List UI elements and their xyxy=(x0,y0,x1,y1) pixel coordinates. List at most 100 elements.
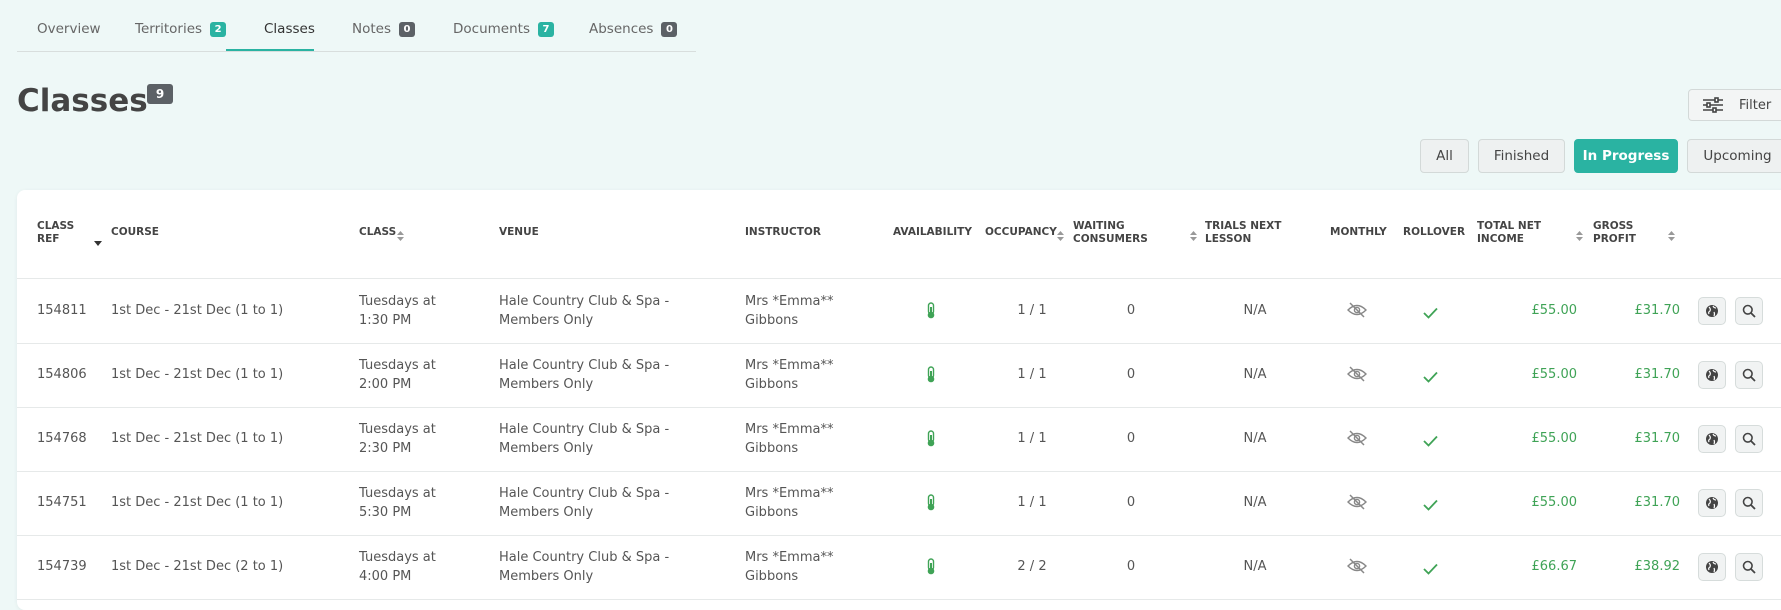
sort-icon[interactable] xyxy=(397,227,404,246)
cell-venue: Hale Country Club & Spa - Members Only xyxy=(499,422,670,456)
header-availability[interactable]: AVAILABILITY xyxy=(893,226,972,239)
tab-badge: 0 xyxy=(399,22,415,37)
cell-class: Tuesdays at 1:30 PM xyxy=(359,294,436,328)
globe-button[interactable] xyxy=(1698,489,1726,517)
table-row[interactable]: 154811 1st Dec - 21st Dec (1 to 1) Tuesd… xyxy=(17,279,1781,344)
segment-in-progress[interactable]: In Progress xyxy=(1574,139,1678,173)
table-row[interactable]: 154751 1st Dec - 21st Dec (1 to 1) Tuesd… xyxy=(17,471,1781,536)
eye-slash-icon xyxy=(1347,366,1367,386)
cell-instructor: Mrs *Emma** Gibbons xyxy=(745,486,834,520)
check-icon xyxy=(1423,496,1438,515)
tab-documents[interactable]: Documents 7 xyxy=(453,21,554,37)
view-button[interactable] xyxy=(1735,361,1763,389)
cell-class-ref: 154751 xyxy=(37,495,87,510)
cell-class: Tuesdays at 2:30 PM xyxy=(359,422,436,456)
tab-overview[interactable]: Overview xyxy=(37,21,101,37)
page-title: Classes xyxy=(17,83,148,119)
header-gross-profit[interactable]: GROSS PROFIT xyxy=(1593,220,1653,246)
header-monthly[interactable]: MONTHLY xyxy=(1330,226,1387,239)
cell-venue: Hale Country Club & Spa - Members Only xyxy=(499,550,670,584)
view-button[interactable] xyxy=(1735,553,1763,581)
check-icon xyxy=(1423,368,1438,387)
check-icon xyxy=(1423,432,1438,451)
search-icon xyxy=(1742,432,1756,446)
globe-icon xyxy=(1706,369,1718,381)
header-class-ref[interactable]: CLASS REF xyxy=(37,220,85,246)
header-course[interactable]: COURSE xyxy=(111,226,159,239)
globe-button[interactable] xyxy=(1698,425,1726,453)
cell-waiting-consumers: 0 xyxy=(1126,431,1136,446)
cell-trials-next-lesson: N/A xyxy=(1243,303,1267,318)
search-icon xyxy=(1742,496,1756,510)
cell-occupancy: 2 / 2 xyxy=(1017,559,1047,574)
header-trials-next-lesson[interactable]: TRIALS NEXT LESSON xyxy=(1205,220,1305,246)
cell-trials-next-lesson: N/A xyxy=(1243,559,1267,574)
tab-label: Absences xyxy=(589,21,654,37)
sort-icon[interactable] xyxy=(1576,227,1583,246)
cell-occupancy: 1 / 1 xyxy=(1017,431,1047,446)
globe-button[interactable] xyxy=(1698,553,1726,581)
filter-button[interactable]: Filter xyxy=(1688,89,1781,121)
cell-class-ref: 154739 xyxy=(37,559,87,574)
tab-territories[interactable]: Territories 2 xyxy=(135,21,227,37)
segment-all[interactable]: All xyxy=(1420,139,1469,173)
view-button[interactable] xyxy=(1735,489,1763,517)
tab-label: Territories xyxy=(135,21,203,37)
tab-label: Documents xyxy=(453,21,530,37)
header-class[interactable]: CLASS xyxy=(359,226,396,239)
cell-trials-next-lesson: N/A xyxy=(1243,431,1267,446)
search-icon xyxy=(1742,304,1756,318)
view-button[interactable] xyxy=(1735,425,1763,453)
cell-course: 1st Dec - 21st Dec (1 to 1) xyxy=(111,367,284,382)
cell-waiting-consumers: 0 xyxy=(1126,367,1136,382)
thermometer-icon xyxy=(926,366,936,387)
tab-bar: Overview Territories 2 Classes Notes 0 Doc… xyxy=(17,0,696,52)
thermometer-icon xyxy=(926,494,936,515)
tab-classes[interactable]: Classes xyxy=(264,21,315,37)
cell-gross-profit: £31.70 xyxy=(1634,495,1681,510)
globe-button[interactable] xyxy=(1698,361,1726,389)
sort-desc-icon[interactable] xyxy=(94,232,102,251)
cell-total-net-income: £66.67 xyxy=(1531,559,1578,574)
cell-gross-profit: £31.70 xyxy=(1634,431,1681,446)
sort-icon[interactable] xyxy=(1057,227,1064,246)
cell-gross-profit: £31.70 xyxy=(1634,303,1681,318)
thermometer-icon xyxy=(926,302,936,323)
eye-slash-icon xyxy=(1347,558,1367,578)
segment-upcoming[interactable]: Upcoming xyxy=(1687,139,1781,173)
segment-finished[interactable]: Finished xyxy=(1478,139,1565,173)
table-row[interactable]: 154806 1st Dec - 21st Dec (1 to 1) Tuesd… xyxy=(17,343,1781,408)
header-venue[interactable]: VENUE xyxy=(499,226,539,239)
header-occupancy[interactable]: OCCUPANCY xyxy=(985,226,1057,239)
cell-venue: Hale Country Club & Spa - Members Only xyxy=(499,294,670,328)
cell-occupancy: 1 / 1 xyxy=(1017,367,1047,382)
cell-total-net-income: £55.00 xyxy=(1531,495,1578,510)
header-instructor[interactable]: INSTRUCTOR xyxy=(745,226,821,239)
cell-total-net-income: £55.00 xyxy=(1531,431,1578,446)
cell-instructor: Mrs *Emma** Gibbons xyxy=(745,422,834,456)
view-button[interactable] xyxy=(1735,297,1763,325)
cell-total-net-income: £55.00 xyxy=(1531,303,1578,318)
cell-venue: Hale Country Club & Spa - Members Only xyxy=(499,358,670,392)
search-icon xyxy=(1742,560,1756,574)
table-row[interactable]: 154739 1st Dec - 21st Dec (2 to 1) Tuesd… xyxy=(17,535,1781,600)
count-badge: 9 xyxy=(147,84,173,104)
tab-absences[interactable]: Absences 0 xyxy=(589,21,678,37)
tab-notes[interactable]: Notes 0 xyxy=(352,21,415,37)
check-icon xyxy=(1423,560,1438,579)
cell-class-ref: 154768 xyxy=(37,431,87,446)
table-row[interactable]: 154768 1st Dec - 21st Dec (1 to 1) Tuesd… xyxy=(17,407,1781,472)
tab-label: Overview xyxy=(37,21,101,37)
cell-occupancy: 1 / 1 xyxy=(1017,495,1047,510)
cell-total-net-income: £55.00 xyxy=(1531,367,1578,382)
globe-button[interactable] xyxy=(1698,297,1726,325)
header-total-net-income[interactable]: TOTAL NET INCOME xyxy=(1477,220,1557,246)
sort-icon[interactable] xyxy=(1668,227,1675,246)
sort-icon[interactable] xyxy=(1190,227,1197,246)
globe-icon xyxy=(1706,561,1718,573)
cell-waiting-consumers: 0 xyxy=(1126,303,1136,318)
tab-badge: 0 xyxy=(661,22,678,37)
cell-gross-profit: £38.92 xyxy=(1634,559,1681,574)
header-rollover[interactable]: ROLLOVER xyxy=(1403,226,1465,239)
header-waiting-consumers[interactable]: WAITING CONSUMERS xyxy=(1073,220,1163,246)
